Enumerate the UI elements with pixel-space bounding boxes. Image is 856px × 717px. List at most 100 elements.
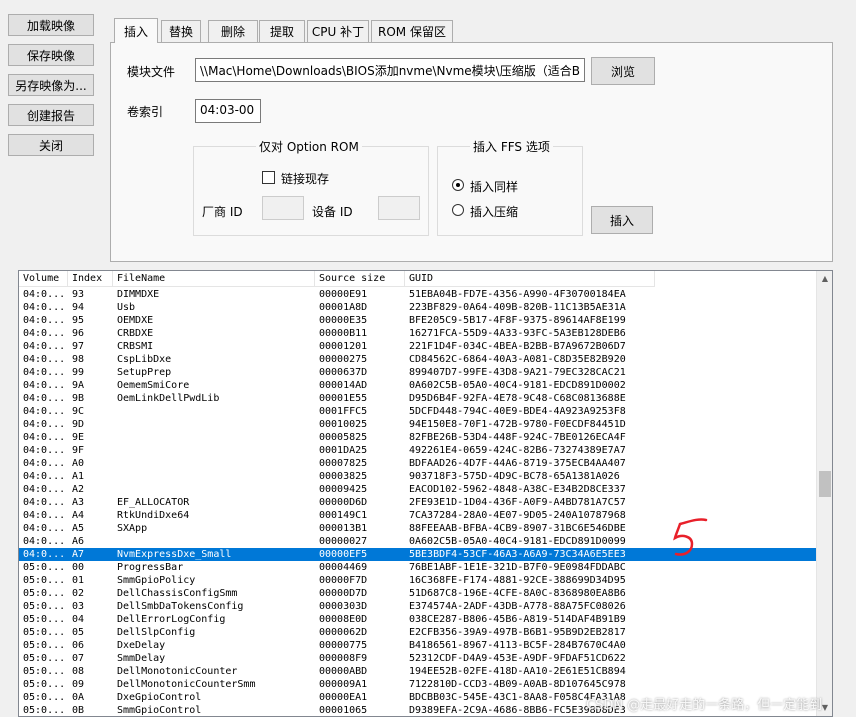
tab-rom-reserve[interactable]: ROM 保留区: [371, 20, 453, 42]
table-row[interactable]: 04:0... 95 OEMDXE 00000E35 BFE205C9-5B17-4F8…: [19, 314, 817, 327]
table-row[interactable]: 05:0... 00 ProgressBar 00004469 76BE1ABF-1E1…: [19, 561, 817, 574]
vertical-scrollbar[interactable]: ▲ ▼: [816, 271, 832, 716]
table-cell: E2CFB356-39A9-497B-B6B1-95B9D2EB2817: [409, 627, 626, 638]
tab-delete[interactable]: 删除: [208, 20, 258, 42]
table-cell: 04:0...: [23, 367, 66, 378]
scroll-thumb[interactable]: [819, 471, 831, 497]
table-cell: 04:0...: [23, 289, 66, 300]
table-cell: 04:0...: [23, 341, 66, 352]
table-cell: 492261E4-0659-424C-82B6-73274389E7A7: [409, 445, 626, 456]
table-row[interactable]: 05:0... 04 DellErrorLogConfig 00008E0D 038CE…: [19, 613, 817, 626]
tab-cpu-patch[interactable]: CPU 补丁: [307, 20, 369, 42]
table-cell: 76BE1ABF-1E1E-321D-B7F0-9E0984FDDABC: [409, 562, 626, 573]
insert-compressed-radio[interactable]: [452, 204, 464, 216]
table-cell: CspLibDxe: [117, 354, 172, 365]
vendor-id-input[interactable]: [262, 196, 304, 220]
insert-same-radio[interactable]: [452, 179, 464, 191]
table-row[interactable]: 05:0... 06 DxeDelay 00000775 B4186561-8967-4…: [19, 639, 817, 652]
table-cell: 0B: [72, 705, 85, 716]
table-cell: 00001A8D: [319, 302, 368, 313]
module-file-input[interactable]: \\Mac\Home\Downloads\BIOS添加nvme\Nvme模块\压…: [195, 58, 585, 82]
table-row[interactable]: 04:0... 99 SetupPrep 0000637D 899407D7-99FE-…: [19, 366, 817, 379]
vendor-id-label: 厂商 ID: [202, 205, 243, 219]
table-cell: 7122810D-CCD3-4B09-A0AB-8D107645C978: [409, 679, 626, 690]
module-list[interactable]: Volume Index FileName Source size GUID 0…: [18, 270, 833, 717]
table-row[interactable]: 04:0... A1 00003825 903718F3-575D-4D9C-BC78…: [19, 470, 817, 483]
column-header-volume[interactable]: Volume: [19, 271, 68, 287]
table-cell: 0000637D: [319, 367, 368, 378]
column-header-source-size[interactable]: Source size: [315, 271, 405, 287]
table-row[interactable]: 05:0... 08 DellMonotonicCounter 00000ABD 194…: [19, 665, 817, 678]
table-cell: 00000EF5: [319, 549, 368, 560]
tab-replace[interactable]: 替换: [161, 20, 201, 42]
table-cell: 00001065: [319, 705, 368, 716]
insert-compressed-label: 插入压缩: [470, 205, 519, 219]
table-row[interactable]: 05:0... 09 DellMonotonicCounterSmm 000009A1…: [19, 678, 817, 691]
table-row[interactable]: 05:0... 05 DellSlpConfig 0000062D E2CFB356-3…: [19, 626, 817, 639]
link-existing-checkbox[interactable]: [262, 171, 275, 184]
handwritten-5-annotation: [673, 518, 708, 556]
table-cell: 82FBE26B-53D4-448F-924C-7BE0126ECA4F: [409, 432, 626, 443]
table-cell: 16271FCA-55D9-4A33-93FC-5A3EB128DEB6: [409, 328, 626, 339]
volume-index-input[interactable]: 04:03-00: [195, 99, 261, 123]
table-row[interactable]: 05:0... 02 DellChassisConfigSmm 00000D7D 51D…: [19, 587, 817, 600]
table-cell: EACOD102-5962-4848-A38C-E34B2D8CE337: [409, 484, 626, 495]
table-cell: CD84562C-6864-40A3-A081-C8D35E82B920: [409, 354, 626, 365]
browse-button[interactable]: 浏览: [591, 57, 655, 85]
table-cell: 903718F3-575D-4D9C-BC78-65A1381A026: [409, 471, 620, 482]
table-cell: OEMDXE: [117, 315, 154, 326]
table-cell: 05:0...: [23, 562, 66, 573]
table-cell: 06: [72, 640, 85, 651]
close-button[interactable]: 关闭: [8, 134, 94, 156]
table-row[interactable]: 04:0... 96 CRBDXE 00000B11 16271FCA-55D9-4A3…: [19, 327, 817, 340]
table-cell: 00000027: [319, 536, 368, 547]
table-cell: 00000EA1: [319, 692, 368, 703]
table-row[interactable]: 04:0... 98 CspLibDxe 00000275 CD84562C-6864-…: [19, 353, 817, 366]
table-row[interactable]: 04:0... A2 00009425 EACOD102-5962-4848-A38C…: [19, 483, 817, 496]
table-cell: 07: [72, 653, 85, 664]
table-row[interactable]: 04:0... 9B OemLinkDellPwdLib 00001E55 D95D6B…: [19, 392, 817, 405]
column-header-index[interactable]: Index: [68, 271, 113, 287]
ffs-options-title: 插入 FFS 选项: [470, 138, 553, 155]
table-row[interactable]: 04:0... 9C 0001FFC5 5DCFD448-794C-40E9-BDE4…: [19, 405, 817, 418]
insert-button[interactable]: 插入: [591, 206, 653, 234]
load-image-button[interactable]: 加载映像: [8, 14, 94, 36]
table-cell: 05:0...: [23, 666, 66, 677]
table-cell: 02: [72, 588, 85, 599]
table-cell: OemLinkDellPwdLib: [117, 393, 220, 404]
table-row[interactable]: 05:0... 01 SmmGpioPolicy 00000F7D 16C368FE-F…: [19, 574, 817, 587]
device-id-label: 设备 ID: [312, 205, 353, 219]
table-row[interactable]: 04:0... A3 EF_ALLOCATOR 00000D6D 2FE93E1D-1D…: [19, 496, 817, 509]
table-cell: 000014AD: [319, 380, 368, 391]
table-row[interactable]: 04:0... 97 CRBSMI 00001201 221F1D4F-034C-4BE…: [19, 340, 817, 353]
table-row[interactable]: 04:0... 9F 0001DA25 492261E4-0659-424C-82B6…: [19, 444, 817, 457]
tab-insert[interactable]: 插入: [114, 18, 158, 43]
table-cell: 04:0...: [23, 536, 66, 547]
table-row[interactable]: 04:0... A0 00007825 BDFAAD26-4D7F-44A6-8719…: [19, 457, 817, 470]
table-cell: 00010025: [319, 419, 368, 430]
table-row[interactable]: 04:0... 9E 00005825 82FBE26B-53D4-448F-924C…: [19, 431, 817, 444]
scroll-up-icon[interactable]: ▲: [820, 274, 830, 284]
tab-extract[interactable]: 提取: [259, 20, 305, 42]
insert-same-label: 插入同样: [470, 180, 519, 194]
device-id-input[interactable]: [378, 196, 420, 220]
table-cell: 9B: [72, 393, 85, 404]
table-cell: CRBDXE: [117, 328, 154, 339]
save-image-button[interactable]: 保存映像: [8, 44, 94, 66]
table-cell: SmmDelay: [117, 653, 166, 664]
table-cell: D95D6B4F-92FA-4E78-9C48-C68C0813688E: [409, 393, 626, 404]
table-cell: 899407D7-99FE-43D8-9A21-79EC328CAC21: [409, 367, 626, 378]
table-row[interactable]: 05:0... 03 DellSmbDaTokensConfig 0000303D E3…: [19, 600, 817, 613]
table-row[interactable]: 05:0... 07 SmmDelay 000008F9 52312CDF-D4A9-4…: [19, 652, 817, 665]
column-header-filename[interactable]: FileName: [113, 271, 315, 287]
table-row[interactable]: 04:0... 9D 00010025 94E150E8-70F1-472B-9780…: [19, 418, 817, 431]
table-cell: DellChassisConfigSmm: [117, 588, 238, 599]
table-row[interactable]: 04:0... 9A OememSmiCore 000014AD 0A602C5B-05…: [19, 379, 817, 392]
column-header-guid[interactable]: GUID: [405, 271, 655, 287]
table-cell: 00001E55: [319, 393, 368, 404]
table-row[interactable]: 04:0... 93 DIMMDXE 00000E91 51EBA04B-FD7E-43…: [19, 288, 817, 301]
table-cell: A0: [72, 458, 85, 469]
create-report-button[interactable]: 创建报告: [8, 104, 94, 126]
save-image-as-button[interactable]: 另存映像为...: [8, 74, 94, 96]
table-row[interactable]: 04:0... 94 Usb 00001A8D 223BF829-0A64-409B-8…: [19, 301, 817, 314]
